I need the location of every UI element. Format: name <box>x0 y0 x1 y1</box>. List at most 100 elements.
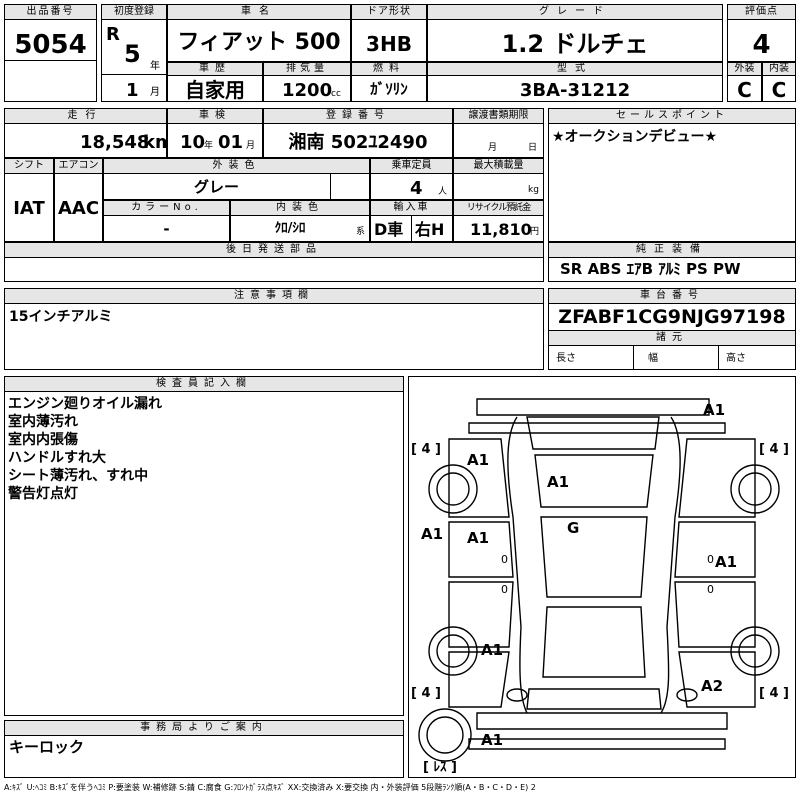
inspector-line: 室内薄汚れ <box>8 414 78 430</box>
notes-label: 注意事項欄 <box>4 288 544 304</box>
month-unit: 月 <box>150 87 160 98</box>
cc-unit: cc <box>331 89 341 99</box>
spec-height: 高さ <box>726 353 746 364</box>
int-label: 内装 <box>762 62 796 76</box>
mark-rear-bumper: A1 <box>481 731 503 749</box>
inspector-line: シート薄汚れ、すれ中 <box>8 468 149 484</box>
door-type: 3HB <box>366 32 412 56</box>
shift-label: シフト <box>4 158 54 174</box>
mark-roof: G <box>567 519 579 537</box>
recycle-unit: 円 <box>530 227 540 237</box>
office-label: 事務局よりご案内 <box>4 720 404 736</box>
grade: 1.2 ドルチェ <box>501 30 649 58</box>
plate-number: 湘南 502ﾕ2490 <box>288 132 428 153</box>
zero-3: 0 <box>707 553 714 566</box>
color: グレー <box>193 178 239 196</box>
history-label: 車歴 <box>167 62 263 76</box>
equipment-text: SR ABS ｴｱB ｱﾙﾐ PS PW <box>560 260 741 278</box>
grade-label: グレード <box>427 4 723 20</box>
displacement-label: 排気量 <box>263 62 351 76</box>
inspection-month: 01 <box>218 132 244 153</box>
inspector-line: ハンドルすれ大 <box>8 450 106 466</box>
first-reg-month: 1 <box>126 80 139 101</box>
transfer-month: 月 <box>488 143 498 153</box>
inspection-year: 10 <box>180 132 206 153</box>
mark-front-left: A1 <box>467 451 489 469</box>
notes-text: 15インチアルミ <box>9 309 113 325</box>
lot-number: 5054 <box>14 30 87 60</box>
inspection-year-unit: 年 <box>204 141 214 151</box>
era: R <box>106 24 120 45</box>
tire-front-left: [ 4 ] <box>411 442 441 457</box>
fuel: ｶﾞｿﾘﾝ <box>370 80 408 98</box>
spec-width: 幅 <box>648 353 658 364</box>
first-reg-label: 初度登録 <box>101 4 167 20</box>
sales-point-label: セールスポイント <box>548 108 796 124</box>
shift: IAT <box>13 198 45 219</box>
tire-front-right: [ 4 ] <box>759 442 789 457</box>
office-text: キーロック <box>9 738 85 756</box>
year-unit: 年 <box>150 61 160 72</box>
first-reg-year: 5 <box>124 40 141 68</box>
tire-rear-left: [ 4 ] <box>411 686 441 701</box>
import-label: 輸入車 <box>370 200 453 216</box>
mark-left-center: A1 <box>467 529 489 547</box>
color-label: 外装色 <box>103 158 370 174</box>
ac-label: エアコン <box>54 158 103 174</box>
fuel-label: 燃料 <box>351 62 427 76</box>
inspector-line: 室内内張傷 <box>8 432 78 448</box>
zero-4: 0 <box>707 583 714 596</box>
interior-unit: 系 <box>356 227 366 237</box>
mark-right-door: A1 <box>715 553 737 571</box>
mileage-label: 走行 <box>4 108 167 124</box>
inspector-line: エンジン廻りオイル漏れ <box>8 396 162 412</box>
equipment-label: 純正装備 <box>548 242 796 258</box>
mark-left-rear: A1 <box>481 641 503 659</box>
import-type: D車 <box>374 220 404 239</box>
ext-label: 外装 <box>727 62 762 76</box>
color-no-label: カラーNo. <box>103 200 230 216</box>
displacement: 1200 <box>282 80 333 101</box>
inspector-label: 検査員記入欄 <box>4 376 404 392</box>
spec-label: 諸元 <box>548 330 796 346</box>
handle-side: 右H <box>415 220 445 239</box>
mark-windshield: A1 <box>547 473 569 491</box>
interior-label: 内装色 <box>230 200 370 216</box>
transfer-label: 譲渡書類期限 <box>453 108 544 124</box>
lot-label: 出品番号 <box>4 4 97 20</box>
inspector-line: 警告灯点灯 <box>8 486 78 502</box>
model-label: 型式 <box>427 62 723 76</box>
recycle-label: リサイクル預託金 <box>453 200 544 216</box>
score-label: 評価点 <box>727 4 796 20</box>
sales-point-text: ★オークションデビュー★ <box>552 129 718 145</box>
chassis-label: 車台番号 <box>548 288 796 304</box>
inspector-lines: エンジン廻りオイル漏れ 室内薄汚れ室内内張傷ハンドルすれ大シート薄汚れ、すれ中 警告… <box>8 395 398 503</box>
capacity: 4 <box>410 178 423 199</box>
zero-1: 0 <box>501 553 508 566</box>
transfer-day: 日 <box>528 143 538 153</box>
capacity-unit: 人 <box>438 187 448 197</box>
history: 自家用 <box>185 78 245 102</box>
ext-score: C <box>737 78 752 102</box>
tire-spare: [ ﾚｽ ] <box>423 760 457 775</box>
tire-rear-right: [ 4 ] <box>759 686 789 701</box>
zero-2: 0 <box>501 583 508 596</box>
chassis-number: ZFABF1CG9NJG97198 <box>558 306 786 328</box>
damage-diagram: A1 A1 A1 G A1 A1 A1 A1 A2 A1 [ 4 ] [ 4 ]… <box>408 376 796 778</box>
color-no: - <box>163 220 170 238</box>
recycle-amount: 11,810 <box>470 220 532 239</box>
load-unit: kg <box>528 185 539 195</box>
car-name-label: 車名 <box>167 4 351 20</box>
plate-label: 登録番号 <box>263 108 453 124</box>
score: 4 <box>752 30 771 60</box>
door-label: ドア形状 <box>351 4 427 20</box>
inspection-month-unit: 月 <box>246 141 256 151</box>
interior-color: ｸﾛ/ｼﾛ <box>274 221 306 236</box>
later-parts-label: 後日発送部品 <box>4 242 544 258</box>
ac: AAC <box>57 198 100 219</box>
mileage: 18,548 <box>80 132 150 153</box>
capacity-label: 乗車定員 <box>370 158 453 174</box>
car-diagram-svg: A1 A1 A1 G A1 A1 A1 A1 A2 A1 [ 4 ] [ 4 ]… <box>411 398 789 775</box>
spec-length: 長さ <box>556 353 576 364</box>
mark-left-door: A1 <box>421 525 443 543</box>
